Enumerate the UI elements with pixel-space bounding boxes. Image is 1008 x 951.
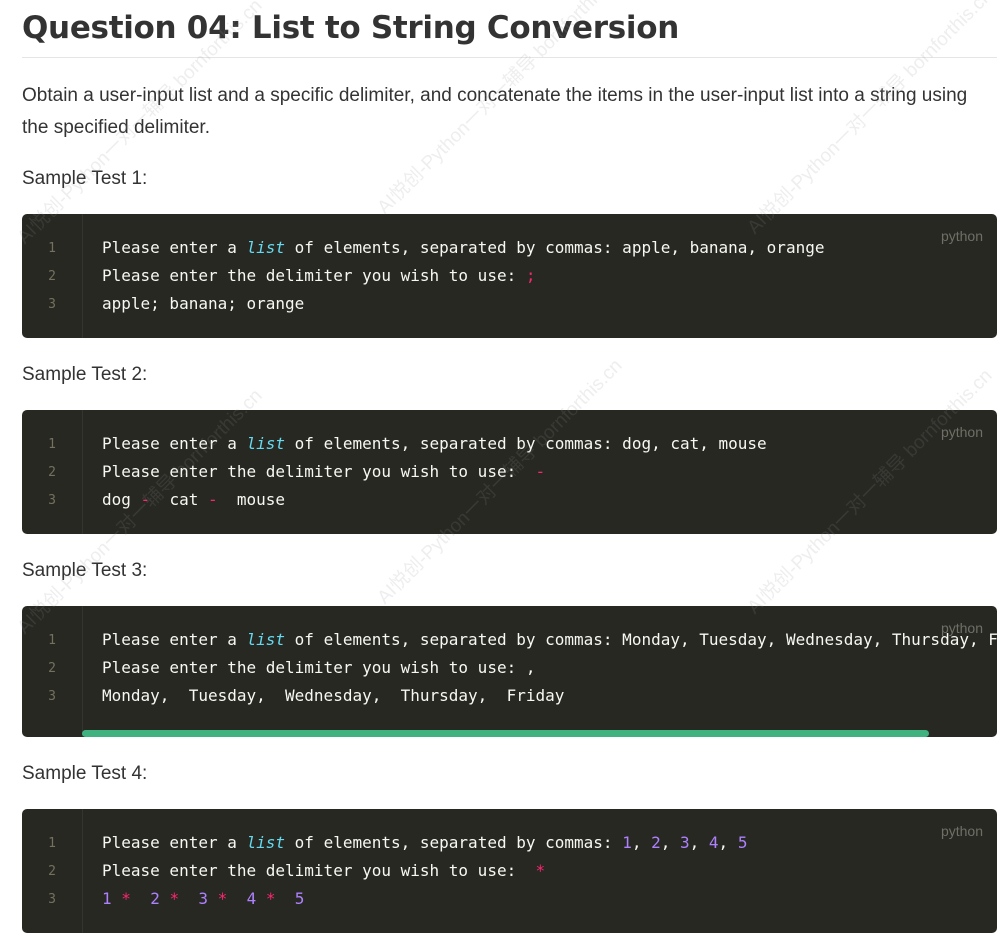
code-line: Please enter the delimiter you wish to u… xyxy=(102,861,546,880)
line-number-gutter: 1 2 3 xyxy=(22,809,83,933)
question-description: Obtain a user-input list and a specific … xyxy=(22,85,968,138)
line-number: 1 xyxy=(48,836,56,851)
code-line: Please enter a list of elements, separat… xyxy=(102,434,767,453)
title-divider xyxy=(22,57,997,58)
line-number-gutter: 1 2 3 xyxy=(22,606,83,737)
line-number: 2 xyxy=(48,661,56,676)
line-number: 2 xyxy=(48,269,56,284)
sample-test-4-label: Sample Test 4: xyxy=(22,763,148,784)
delimiter-token: ; xyxy=(525,266,536,285)
line-number-gutter: 1 2 3 xyxy=(22,410,83,534)
code-line: Please enter a list of elements, separat… xyxy=(102,833,748,852)
line-number: 3 xyxy=(48,689,56,704)
delimiter-token: * xyxy=(535,861,546,880)
line-number: 1 xyxy=(48,437,56,452)
code-line: 1 * 2 * 3 * 4 * 5 xyxy=(102,889,305,908)
line-number: 2 xyxy=(48,864,56,879)
language-label: python xyxy=(940,424,983,440)
code-line: Please enter the delimiter you wish to u… xyxy=(102,462,546,481)
keyword-list: list xyxy=(246,434,286,453)
code-line: Please enter the delimiter you wish to u… xyxy=(102,266,536,285)
sample-test-3-label: Sample Test 3: xyxy=(22,560,148,581)
code-line: Please enter the delimiter you wish to u… xyxy=(102,658,536,677)
line-number: 1 xyxy=(48,633,56,648)
keyword-list: list xyxy=(246,630,286,649)
delimiter-token: - xyxy=(535,462,546,481)
code-line: Monday, Tuesday, Wednesday, Thursday, Fr… xyxy=(102,686,565,705)
code-line: dog - cat - mouse xyxy=(102,490,286,509)
sample-test-2-code-block: 1 2 3 python Please enter a list of elem… xyxy=(22,410,997,534)
line-number: 3 xyxy=(48,493,56,508)
language-label: python xyxy=(940,823,983,839)
page-title: Question 04: List to String Conversion xyxy=(22,10,679,46)
line-number: 3 xyxy=(48,892,56,907)
line-number: 3 xyxy=(48,297,56,312)
sample-test-4-code-block: 1 2 3 python Please enter a list of elem… xyxy=(22,809,997,933)
code-line: apple; banana; orange xyxy=(102,294,305,313)
sample-test-1-label: Sample Test 1: xyxy=(22,168,148,189)
keyword-list: list xyxy=(246,833,286,852)
sample-test-3-code-block: 1 2 3 python Please enter a list of elem… xyxy=(22,606,997,737)
horizontal-scrollbar[interactable] xyxy=(82,730,929,737)
sample-test-2-label: Sample Test 2: xyxy=(22,364,148,385)
code-line: Please enter a list of elements, separat… xyxy=(102,630,997,649)
sample-test-1-code-block: 1 2 3 python Please enter a list of elem… xyxy=(22,214,997,338)
code-line: Please enter a list of elements, separat… xyxy=(102,238,825,257)
keyword-list: list xyxy=(246,238,286,257)
line-number: 1 xyxy=(48,241,56,256)
line-number: 2 xyxy=(48,465,56,480)
line-number-gutter: 1 2 3 xyxy=(22,214,83,338)
language-label: python xyxy=(940,228,983,244)
